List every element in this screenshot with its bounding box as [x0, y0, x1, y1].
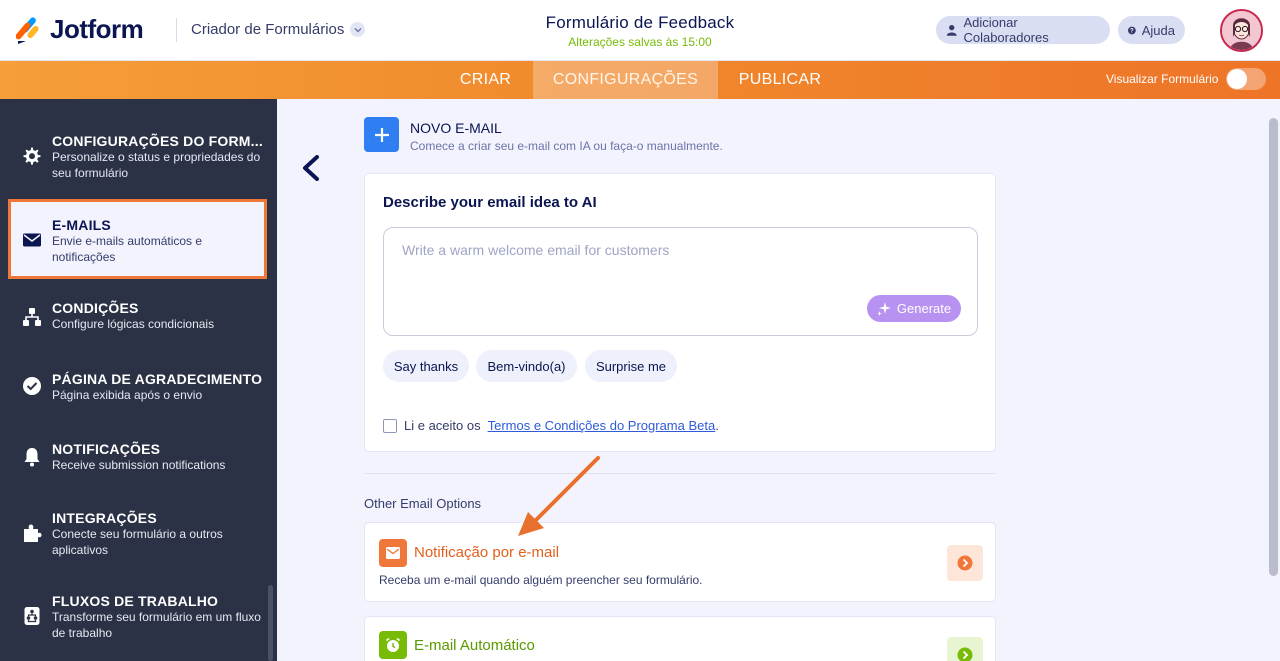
sidebar-item-integrations[interactable]: INTEGRAÇÕES Conecte seu formulário a out… [0, 504, 277, 564]
sidebar-item-desc: Configure lógicas condicionais [52, 317, 215, 331]
option-desc: Receba um e-mail quando alguém preencher… [379, 573, 703, 587]
gear-icon [22, 146, 42, 166]
chip-surprise-me[interactable]: Surprise me [585, 350, 677, 382]
toggle-knob [1227, 69, 1247, 89]
jotform-logo[interactable]: Jotform [16, 14, 144, 45]
terms-prefix: Li e aceito os [404, 418, 481, 433]
tab-settings[interactable]: CONFIGURAÇÕES [533, 61, 718, 99]
sidebar-item-workflows[interactable]: FLUXOS DE TRABALHO Transforme seu formul… [0, 587, 277, 647]
sidebar-item-title: E-MAILS [52, 217, 111, 233]
chip-welcome[interactable]: Bem-vindo(a) [476, 350, 577, 382]
sparkle-icon [876, 301, 891, 316]
chevron-right-icon[interactable] [947, 545, 983, 581]
new-email-title: NOVO E-MAIL [410, 120, 502, 136]
sidebar-item-title: PÁGINA DE AGRADECIMENTO [52, 371, 263, 387]
sidebar-item-title: FLUXOS DE TRABALHO [52, 593, 219, 609]
terms-checkbox[interactable] [383, 418, 397, 433]
sidebar-item-notifications[interactable]: NOTIFICAÇÕES Receive submission notifica… [0, 435, 277, 485]
main-scrollbar[interactable] [1269, 118, 1278, 576]
ai-prompt-input[interactable]: Write a warm welcome email for customers… [383, 227, 978, 336]
sidebar-item-thank-you-page[interactable]: PÁGINA DE AGRADECIMENTO Página exibida a… [0, 365, 277, 415]
ai-prompt-placeholder: Write a warm welcome email for customers [402, 242, 670, 258]
jotform-logo-icon [16, 16, 39, 44]
sidebar-item-desc: Envie e-mails automáticos e notificações [52, 234, 203, 264]
add-collaborators-button[interactable]: Adicionar Colaboradores [936, 15, 1110, 45]
builder-label: Criador de Formulários [191, 21, 345, 38]
new-email-button[interactable]: NOVO E-MAIL Comece a criar seu e-mail co… [364, 117, 723, 153]
other-options-label: Other Email Options [364, 496, 482, 511]
form-title[interactable]: Formulário de Feedback [440, 13, 840, 33]
workflow-icon [22, 606, 42, 626]
help-label: Ajuda [1141, 22, 1175, 38]
back-chevron-icon[interactable] [300, 155, 322, 181]
chevron-right-icon[interactable] [947, 637, 983, 661]
sidebar-item-title: NOTIFICAÇÕES [52, 441, 161, 457]
option-title: Notificação por e-mail [414, 544, 560, 561]
new-email-subtitle: Comece a criar seu e-mail com IA ou faça… [410, 139, 723, 153]
terms-link[interactable]: Termos e Condições do Programa Beta [488, 418, 716, 433]
ai-email-card: Describe your email idea to AI Write a w… [364, 173, 996, 452]
main-nav: CRIAR CONFIGURAÇÕES PUBLICAR Visualizar … [0, 61, 1280, 99]
section-divider [364, 473, 996, 474]
sidebar-item-title: CONFIGURAÇÕES DO FORM... [52, 133, 263, 149]
help-button[interactable]: ? Ajuda [1118, 16, 1185, 44]
bell-icon [22, 447, 42, 467]
terms-suffix: . [715, 418, 719, 433]
sidebar-item-desc: Conecte seu formulário a outros aplicati… [52, 527, 223, 557]
form-title-block: Formulário de Feedback Alterações salvas… [440, 13, 840, 49]
svg-text:?: ? [1130, 28, 1134, 34]
envelope-icon [22, 230, 42, 250]
beta-terms: Li e aceito os Termos e Condições do Pro… [383, 418, 719, 433]
generate-button[interactable]: Generate [867, 295, 961, 322]
preview-form-toggle[interactable] [1226, 68, 1266, 90]
sidebar-scrollbar[interactable] [268, 585, 273, 661]
chevron-down-icon [350, 22, 366, 37]
user-icon [946, 24, 957, 36]
sidebar-item-desc: Página exibida após o envio [52, 388, 203, 402]
sidebar-item-desc: Personalize o status e propriedades do s… [52, 150, 261, 180]
puzzle-icon [22, 523, 42, 543]
avatar-illustration [1222, 11, 1261, 50]
annotation-arrow-icon [518, 456, 600, 536]
top-header: Jotform Criador de Formulários Formulári… [0, 0, 1280, 61]
question-icon: ? [1128, 26, 1136, 34]
sidebar-item-desc: Transforme seu formulário em um fluxo de… [52, 610, 261, 640]
option-title: E-mail Automático [414, 637, 535, 654]
avatar[interactable] [1220, 9, 1263, 52]
sidebar-item-form-settings[interactable]: CONFIGURAÇÕES DO FORM... Personalize o s… [0, 127, 277, 187]
autoresponder-option[interactable]: E-mail Automático [364, 616, 996, 661]
ai-card-title: Describe your email idea to AI [383, 194, 597, 211]
saved-status: Alterações salvas às 15:00 [568, 35, 712, 49]
envelope-icon [379, 539, 407, 567]
sidebar-item-title: CONDIÇÕES [52, 300, 139, 316]
chip-say-thanks[interactable]: Say thanks [383, 350, 469, 382]
sidebar-item-emails[interactable]: E-MAILS Envie e-mails automáticos e noti… [0, 211, 277, 271]
sidebar-item-desc: Receive submission notifications [52, 458, 226, 472]
logo-wordmark: Jotform [50, 14, 144, 44]
sitemap-icon [22, 307, 42, 327]
tab-create[interactable]: CRIAR [438, 61, 533, 99]
check-circle-icon [22, 376, 42, 396]
preview-form-label: Visualizar Formulário [1106, 72, 1219, 86]
tab-publish[interactable]: PUBLICAR [718, 61, 842, 99]
add-collaborators-label: Adicionar Colaboradores [963, 15, 1049, 45]
sidebar-item-title: INTEGRAÇÕES [52, 510, 157, 526]
sidebar-item-conditions[interactable]: CONDIÇÕES Configure lógicas condicionais [0, 294, 277, 344]
header-divider [176, 18, 177, 42]
alarm-clock-icon [379, 631, 407, 659]
builder-menu[interactable]: Criador de Formulários [191, 21, 366, 38]
plus-icon [364, 117, 399, 152]
email-notification-option[interactable]: Notificação por e-mail Receba um e-mail … [364, 522, 996, 602]
generate-label: Generate [896, 301, 952, 316]
